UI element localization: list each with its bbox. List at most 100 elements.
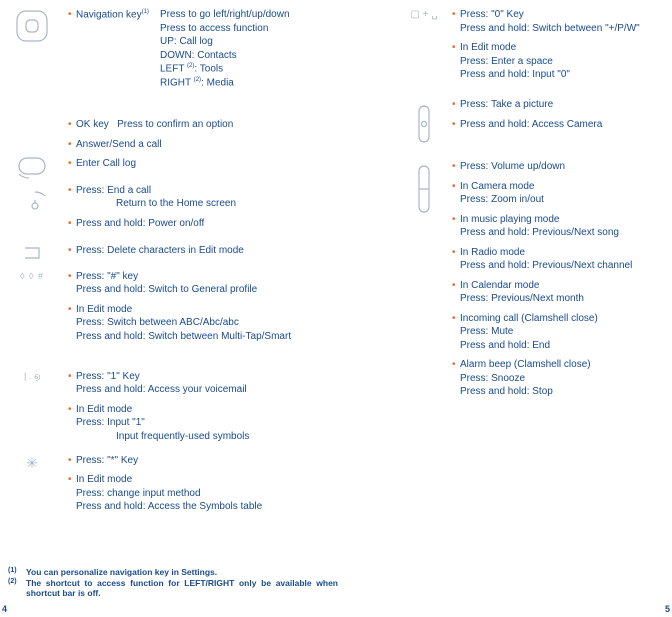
clear-key-section: • Press: Delete characters in Edit mode [8, 244, 378, 266]
text: In Edit mode [76, 404, 132, 415]
delete-item: • Press: Delete characters in Edit mode [68, 244, 378, 258]
footnote-mark: (2) [8, 578, 26, 599]
bullet-icon: • [68, 270, 72, 284]
bullet-icon: • [68, 184, 72, 198]
text: In Edit mode [76, 304, 132, 315]
bullet-icon: • [68, 217, 72, 231]
nav-line: Press to go left/right/up/down [160, 8, 378, 22]
bullet-icon: • [452, 246, 456, 260]
hash-edit-item: •In Edit mode Press: Switch between ABC/… [68, 303, 378, 344]
text: Press and hold: Stop [460, 385, 660, 399]
star-press-item: •Press: "*" Key [68, 454, 378, 468]
star-key-icon: ✳ [8, 454, 56, 473]
text: Input frequently-used symbols [76, 430, 378, 444]
zero-key-icon: ▢ + ␣ [400, 8, 448, 22]
zero-key-section: ▢ + ␣ •Press: "0" Key Press and hold: Sw… [400, 8, 660, 94]
ok-key-label: OK key [76, 119, 109, 130]
text: In music playing mode [460, 214, 560, 225]
power-item: •Press and hold: Power on/off [68, 217, 378, 231]
nav-line: UP: Call log [160, 35, 378, 49]
camera-mode-item: • In Camera mode Press: Zoom in/out [452, 180, 660, 207]
bullet-icon: • [68, 118, 72, 132]
nav-key-section: • Navigation key(1) Press to go left/rig… [8, 8, 378, 114]
page-number-right: 5 [665, 603, 670, 615]
end-key-icon [8, 190, 56, 219]
nav-key-icon [8, 8, 56, 49]
text: Answer/Send a call [76, 139, 162, 150]
nav-key-sup: (1) [142, 9, 149, 15]
volume-key-section: •Press: Volume up/down • In Camera mode P… [400, 160, 660, 399]
bullet-icon: • [68, 473, 72, 487]
left-page: • Navigation key(1) Press to go left/rig… [8, 8, 378, 520]
bullet-icon: • [68, 403, 72, 417]
star-key-section: ✳ •Press: "*" Key •In Edit mode Press: c… [8, 454, 378, 514]
text: Press: change input method [76, 487, 378, 501]
text: Press and hold: Previous/Next song [460, 226, 660, 240]
text: Press: Delete characters in Edit mode [76, 245, 244, 256]
camera-hold-item: •Press and hold: Access Camera [452, 118, 660, 132]
text: Press: Mute [460, 325, 660, 339]
text: Alarm beep (Clamshell close) [460, 359, 591, 370]
hash-key-icon: ◊ ◊ # [8, 270, 56, 282]
incoming-call-item: • Incoming call (Clamshell close) Press: … [452, 312, 660, 353]
hash-press-item: • Press: "#" key Press and hold: Switch t… [68, 270, 378, 297]
ok-key-desc: Press to confirm an option [117, 119, 233, 130]
bullet-icon: • [452, 312, 456, 326]
volume-item: •Press: Volume up/down [452, 160, 660, 174]
text: In Edit mode [460, 42, 516, 53]
bullet-icon: • [452, 180, 456, 194]
bullet-icon: • [452, 358, 456, 372]
bullet-icon: • [68, 157, 72, 171]
text: Press: "0" Key [460, 9, 524, 20]
text: Press: Zoom in/out [460, 193, 660, 207]
clear-key-icon [8, 244, 56, 267]
call-key-icon [8, 156, 56, 185]
footnote-text: The shortcut to access function for LEFT… [26, 578, 338, 599]
text: Press: "1" Key [76, 371, 140, 382]
text: Press: Enter a space [460, 55, 660, 69]
end-call-item: •Press: End a call Return to the Home sc… [68, 184, 378, 211]
one-press-item: • Press: "1" Key Press and hold: Access y… [68, 370, 378, 397]
text: Press and hold: Access your voicemail [76, 383, 378, 397]
nav-line: RIGHT (2): Media [160, 76, 378, 90]
text: Incoming call (Clamshell close) [460, 313, 598, 324]
bullet-icon: • [452, 8, 456, 22]
text: In Camera mode [460, 181, 534, 192]
text: Press: Previous/Next month [460, 292, 660, 306]
camera-press-item: •Press: Take a picture [452, 98, 660, 112]
enter-call-log-item: • Enter Call log [68, 157, 378, 171]
page-number-left: 4 [2, 603, 7, 615]
nav-key-item: • Navigation key(1) Press to go left/rig… [68, 8, 378, 90]
one-key-section: | . ൭ • Press: "1" Key Press and hold: Ac… [8, 370, 378, 450]
text: Press and hold: Input "0" [460, 68, 660, 82]
text: Press and hold: Previous/Next channel [460, 259, 660, 273]
text: Press and hold: Switch to General profil… [76, 283, 378, 297]
right-page: ▢ + ␣ •Press: "0" Key Press and hold: Sw… [400, 8, 660, 405]
ok-key-section: • OK key Press to confirm an option [8, 118, 378, 132]
text: In Calendar mode [460, 280, 540, 291]
nav-line: Press to access function [160, 22, 378, 36]
nav-key-label: Navigation key [76, 9, 142, 20]
one-key-icon: | . ൭ [8, 370, 56, 382]
camera-key-icon [400, 104, 448, 149]
bullet-icon: • [68, 8, 72, 22]
end-key-section: •Press: End a call Return to the Home sc… [8, 184, 378, 240]
text: Press: "#" key [76, 271, 138, 282]
bullet-icon: • [452, 118, 456, 132]
text: Press: Switch between ABC/Abc/abc [76, 316, 378, 330]
music-mode-item: •In music playing mode Press and hold: P… [452, 213, 660, 240]
bullet-icon: • [452, 98, 456, 112]
text: Press and hold: Access the Symbols table [76, 500, 378, 514]
footnote-text: You can personalize navigation key in Se… [26, 567, 217, 578]
nav-line: DOWN: Contacts [160, 49, 378, 63]
text: Enter Call log [76, 158, 136, 169]
nav-key-lines: Press to go left/right/up/down Press to … [160, 8, 378, 90]
bullet-icon: • [452, 160, 456, 174]
one-edit-item: •In Edit mode Press: Input "1" Input fre… [68, 403, 378, 444]
bullet-icon: • [68, 138, 72, 152]
hash-key-section: ◊ ◊ # • Press: "#" key Press and hold: Sw… [8, 270, 378, 366]
bullet-icon: • [68, 244, 72, 258]
bullet-icon: • [68, 370, 72, 384]
text: Press and hold: End [460, 339, 660, 353]
alarm-item: •Alarm beep (Clamshell close) Press: Sno… [452, 358, 660, 399]
